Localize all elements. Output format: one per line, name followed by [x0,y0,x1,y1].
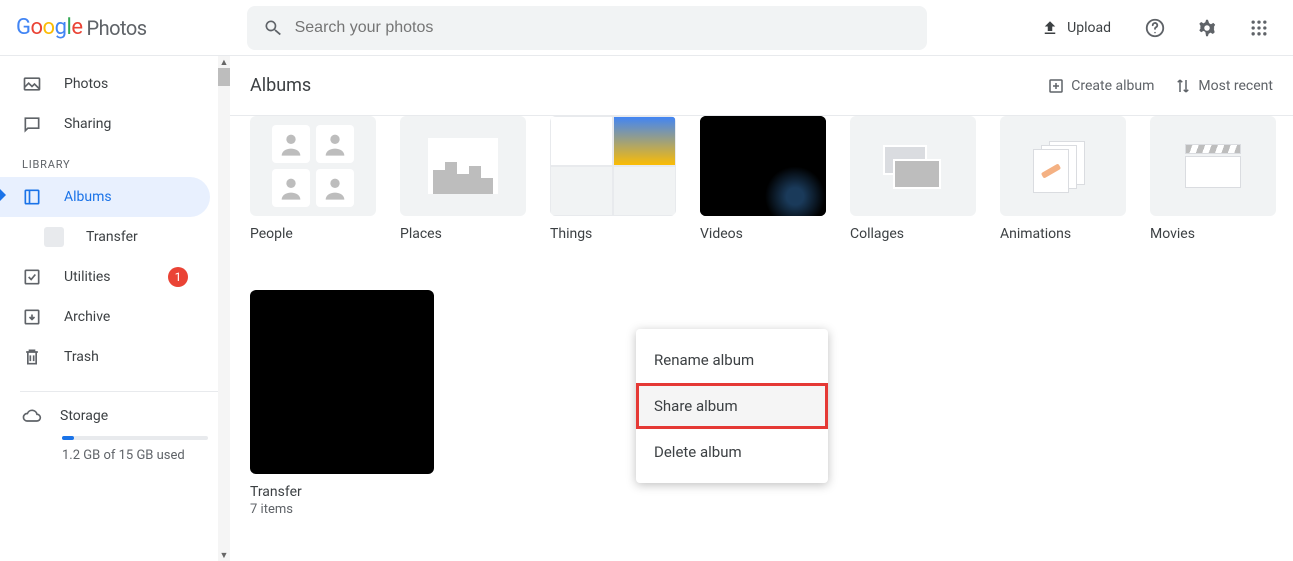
plus-box-icon [1047,77,1065,95]
category-videos[interactable]: Videos [700,116,826,242]
sidebar-item-utilities[interactable]: Utilities 1 [0,257,210,297]
storage-text: 1.2 GB of 15 GB used [62,448,208,463]
sidebar-item-transfer[interactable]: Transfer [0,217,210,257]
category-movies[interactable]: Movies [1150,116,1276,242]
sidebar-label: Sharing [64,116,111,132]
album-meta: 7 items [250,502,434,517]
action-label: Most recent [1198,78,1273,94]
trash-icon [22,347,42,367]
album-card[interactable]: Transfer 7 items [250,290,434,517]
app-header: Google Photos Upload [0,0,1293,56]
album-thumb-icon [44,227,64,247]
search-input[interactable] [295,19,911,37]
page-title: Albums [250,75,311,96]
sidebar-label: Utilities [64,269,111,285]
category-people[interactable]: People [250,116,376,242]
category-label: Things [550,226,676,242]
ctx-delete-album[interactable]: Delete album [636,429,828,475]
scroll-thumb[interactable] [218,68,230,86]
settings-button[interactable] [1189,10,1225,46]
category-label: Animations [1000,226,1126,242]
sidebar-section-library: LIBRARY [0,144,230,177]
ctx-rename-album[interactable]: Rename album [636,337,828,383]
sidebar-item-trash[interactable]: Trash [0,337,210,377]
action-label: Create album [1071,78,1154,94]
sidebar-label: Trash [64,349,99,365]
help-icon [1144,17,1166,39]
sidebar-item-storage[interactable]: Storage 1.2 GB of 15 GB used [0,406,230,463]
scroll-up-icon[interactable]: ▲ [218,56,230,68]
cloud-icon [22,406,42,426]
storage-label: Storage [60,408,108,424]
utilities-icon [22,267,42,287]
sidebar-label: Photos [64,76,108,92]
album-context-menu: Rename album Share album Delete album [636,329,828,483]
search-icon [263,18,283,38]
category-things[interactable]: Things [550,116,676,242]
sidebar-label: Archive [64,309,110,325]
sort-icon [1174,77,1192,95]
sidebar-item-sharing[interactable]: Sharing [0,104,210,144]
sidebar: ▲ ▼ Photos Sharing LIBRARY Albums Transf [0,56,230,561]
archive-icon [22,307,42,327]
badge-count: 1 [168,267,188,287]
album-thumbnail[interactable] [250,290,434,474]
category-places[interactable]: Places [400,116,526,242]
search-bar[interactable] [247,6,927,50]
help-button[interactable] [1137,10,1173,46]
main-content: Albums Create album Most recent [230,56,1293,561]
category-label: People [250,226,376,242]
category-row: People Places Things Videos [250,116,1273,242]
album-icon [22,187,42,207]
sidebar-label: Albums [64,189,112,205]
photo-icon [22,74,42,94]
sidebar-item-archive[interactable]: Archive [0,297,210,337]
sharing-icon [22,114,42,134]
gear-icon [1196,17,1218,39]
category-label: Movies [1150,226,1276,242]
scroll-down-icon[interactable]: ▼ [218,549,230,561]
category-label: Collages [850,226,976,242]
sort-button[interactable]: Most recent [1174,77,1273,95]
apps-button[interactable] [1241,10,1277,46]
category-animations[interactable]: Animations [1000,116,1126,242]
category-label: Places [400,226,526,242]
ctx-share-album[interactable]: Share album [636,383,828,429]
sidebar-item-photos[interactable]: Photos [0,64,210,104]
upload-icon [1041,19,1059,37]
category-collages[interactable]: Collages [850,116,976,242]
upload-button[interactable]: Upload [1031,13,1121,43]
divider [20,391,230,392]
storage-bar [62,436,208,440]
sidebar-scrollbar[interactable]: ▲ ▼ [218,56,230,561]
category-label: Videos [700,226,826,242]
sidebar-item-albums[interactable]: Albums [0,177,210,217]
upload-label: Upload [1067,20,1111,36]
google-photos-logo[interactable]: Google Photos [16,15,147,40]
create-album-button[interactable]: Create album [1047,77,1154,95]
page-header: Albums Create album Most recent [230,56,1293,116]
apps-grid-icon [1249,18,1269,38]
album-title: Transfer [250,484,434,500]
sidebar-label: Transfer [86,229,138,245]
